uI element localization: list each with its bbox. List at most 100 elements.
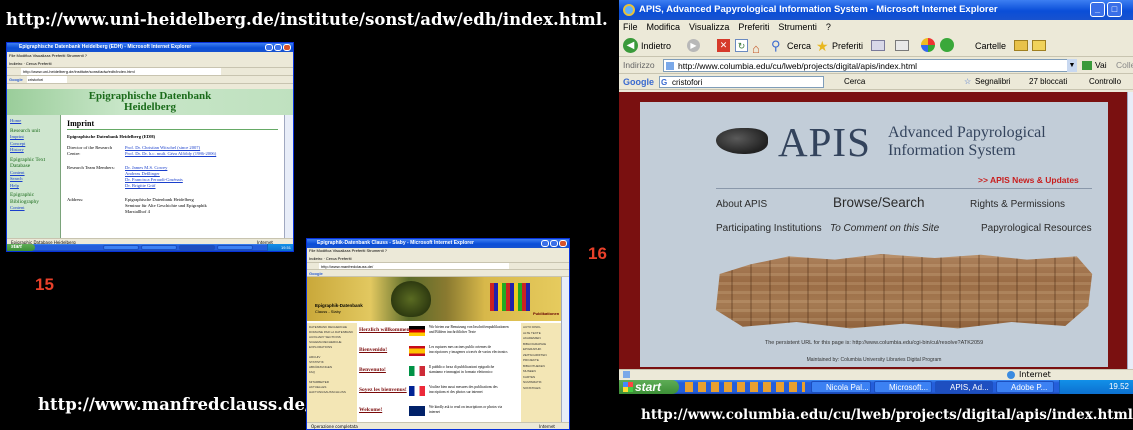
edh-google-toolbar[interactable]: Google cristofori: [7, 76, 293, 84]
clauss-right-nav-item[interactable]: SONSTIGES: [523, 386, 561, 392]
clauss-welcome-link[interactable]: Soyez les bienvenus!: [359, 387, 407, 393]
apis-browser-window: APIS, Advanced Papyrological Information…: [619, 0, 1133, 394]
edh-menu-bar[interactable]: File Modifica Visualizza Preferiti Strum…: [7, 52, 293, 59]
edh-task-1[interactable]: [103, 245, 139, 250]
clauss-address-bar[interactable]: http://www.manfredclauss.de/: [307, 263, 569, 270]
clauss-google-toolbar[interactable]: Google: [307, 270, 569, 277]
persistent-url-text: The persistent URL for this page is: htt…: [764, 340, 984, 346]
google-search-input[interactable]: G cristofori: [659, 76, 824, 88]
favorites-star-icon[interactable]: ★: [816, 35, 829, 56]
edh-sidebar-item[interactable]: Content: [10, 205, 57, 212]
edh-taskbar: start 19.51: [7, 244, 293, 251]
edh-maximize-button[interactable]: [274, 44, 282, 51]
mail-icon[interactable]: [871, 40, 885, 51]
nav-rights-permissions[interactable]: Rights & Permissions: [970, 199, 1065, 210]
task-microsoft[interactable]: Microsoft...: [874, 381, 932, 393]
folder-icon[interactable]: [1014, 40, 1028, 51]
menu-item[interactable]: Visualizza: [689, 22, 729, 32]
apis-maximize-button[interactable]: □: [1107, 2, 1122, 17]
edh-director-link-2[interactable]: Prof. Dr. Dr. h.c. mult. Géza Alföldy (1…: [125, 151, 216, 157]
clauss-welcome-row: Soyez les bienvenus! Vouliez bien aussi m…: [359, 385, 509, 403]
stop-icon[interactable]: ✕: [717, 39, 730, 52]
home-icon[interactable]: ⌂: [752, 38, 760, 56]
apis-divider: [716, 188, 1092, 189]
edh-address-input[interactable]: http://www.uni-heidelberg.de/institute/s…: [21, 68, 221, 75]
search-button[interactable]: Cerca: [787, 35, 811, 56]
spell-check-button[interactable]: Controllo: [1089, 74, 1121, 89]
msn-icon[interactable]: [921, 38, 935, 52]
edh-task-3[interactable]: [179, 245, 215, 250]
search-icon[interactable]: ⚲: [771, 35, 781, 56]
folders-button[interactable]: Cartelle: [975, 35, 1006, 56]
nav-papyrological-resources[interactable]: Papyrological Resources: [981, 223, 1092, 234]
edh-google-input[interactable]: cristofori: [26, 76, 67, 83]
menu-item[interactable]: ?: [826, 22, 831, 32]
notes-icon[interactable]: [1032, 40, 1046, 51]
task-nicola[interactable]: Nicola Pal...: [811, 381, 871, 393]
papyrus-image: [715, 254, 1093, 329]
clauss-welcome-link[interactable]: Benvenuto!: [359, 367, 386, 373]
edh-start-button[interactable]: start: [7, 244, 35, 251]
apis-title-bar: APIS, Advanced Papyrological Information…: [619, 0, 1133, 20]
address-dropdown-icon[interactable]: ▼: [1067, 59, 1077, 72]
clauss-welcome-link[interactable]: Herzlich willkommen!: [359, 327, 411, 333]
edh-address-bar[interactable]: http://www.uni-heidelberg.de/institute/s…: [7, 68, 293, 76]
nav-about-apis[interactable]: About APIS: [716, 199, 767, 210]
apis-scrollbar[interactable]: [1127, 92, 1133, 369]
messenger-icon[interactable]: [940, 38, 954, 52]
edh-minimize-button[interactable]: [265, 44, 273, 51]
menu-item[interactable]: Modifica: [647, 22, 681, 32]
edh-task-4[interactable]: [217, 245, 253, 250]
apis-minimize-button[interactable]: _: [1090, 2, 1105, 17]
back-button[interactable]: Indietro: [641, 35, 671, 56]
google-search-button[interactable]: Cerca: [844, 74, 865, 89]
forward-arrow-icon[interactable]: ▶: [687, 39, 700, 52]
apis-logo-big: APIS: [778, 119, 871, 165]
edh-sidebar-item[interactable]: Help: [10, 183, 57, 190]
address-input[interactable]: http://www.columbia.edu/cu/lweb/projects…: [663, 59, 1073, 72]
address-label: Indirizzo: [623, 60, 655, 70]
bookmarks-button[interactable]: Segnalibri: [975, 74, 1011, 89]
clauss-maximize-button[interactable]: [550, 240, 558, 247]
nav-comment-site[interactable]: To Comment on this Site: [830, 223, 939, 234]
edh-scrollbar[interactable]: [284, 115, 293, 238]
clauss-banner-publications[interactable]: Publikationen: [533, 311, 559, 316]
quick-launch[interactable]: [685, 382, 805, 392]
menu-item[interactable]: Preferiti: [738, 22, 769, 32]
task-adobe[interactable]: Adobe P...: [996, 381, 1054, 393]
clauss-address-input[interactable]: http://www.manfredclauss.de/: [319, 263, 509, 269]
apis-news-link[interactable]: >> APIS News & Updates: [978, 175, 1079, 185]
clauss-welcome-link[interactable]: Bienvenido!: [359, 347, 387, 353]
edh-team-link[interactable]: Dr. Brigitte Gräf: [125, 183, 183, 189]
nav-browse-search[interactable]: Browse/Search: [833, 195, 925, 210]
edh-task-2[interactable]: [141, 245, 177, 250]
clauss-toolbar[interactable]: Indietro · Cerca Preferiti: [307, 254, 569, 263]
edh-toolbar[interactable]: Indietro · Cerca Preferiti: [7, 59, 293, 68]
nav-participating-institutions[interactable]: Participating Institutions: [716, 223, 822, 234]
print-icon[interactable]: [895, 40, 909, 51]
task-apis[interactable]: APIS, Ad...: [935, 381, 993, 393]
menu-item[interactable]: File: [623, 22, 638, 32]
clauss-left-nav-item[interactable]: HAFTUNGSAUSSCHLUSS: [309, 390, 355, 395]
clauss-scrollbar[interactable]: [561, 277, 569, 422]
system-tray: 19.52: [1059, 380, 1133, 394]
google-logo: Google: [623, 77, 654, 87]
refresh-icon[interactable]: ↻: [735, 39, 748, 52]
clauss-close-button[interactable]: [559, 240, 567, 247]
links-button[interactable]: Collegamenti: [1116, 57, 1133, 73]
edh-sidebar-item[interactable]: History: [10, 147, 57, 154]
clauss-minimize-button[interactable]: [541, 240, 549, 247]
favorites-button[interactable]: Preferiti: [832, 35, 863, 56]
menu-item[interactable]: Strumenti: [778, 22, 817, 32]
back-arrow-icon[interactable]: ◀: [623, 38, 638, 53]
clauss-status-text: Operazione completata: [311, 424, 358, 429]
apis-taskbar: start Nicola Pal... Microsoft... APIS, A…: [619, 380, 1133, 394]
ie-icon: [623, 4, 635, 16]
edh-sidebar-item[interactable]: Home: [10, 118, 57, 125]
start-button[interactable]: start: [619, 380, 679, 394]
edh-close-button[interactable]: [283, 44, 291, 51]
clauss-welcome-link[interactable]: Welcome!: [359, 407, 382, 413]
popup-blocked-button[interactable]: 27 bloccati: [1029, 74, 1067, 89]
go-button[interactable]: Vai: [1095, 57, 1107, 73]
go-icon[interactable]: [1082, 61, 1092, 70]
